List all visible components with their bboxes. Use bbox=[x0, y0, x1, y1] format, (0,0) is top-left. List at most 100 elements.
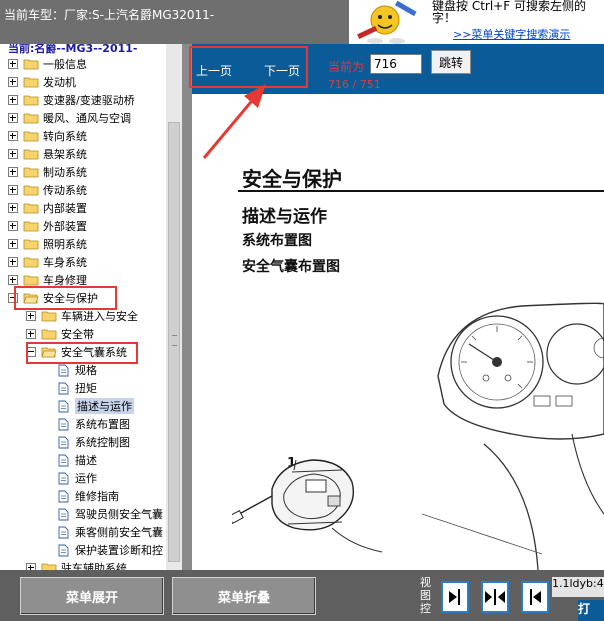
tree-scrollbar[interactable] bbox=[166, 44, 182, 570]
tree-item[interactable]: 变速器/变速驱动桥 bbox=[8, 92, 135, 108]
status-text: 1.1ldyb:4 bbox=[552, 577, 604, 597]
tree-item[interactable]: 系统布置图 bbox=[58, 416, 130, 432]
tree-item-label: 发动机 bbox=[43, 76, 76, 89]
tree-item[interactable]: 发动机 bbox=[8, 74, 76, 90]
tree-item[interactable]: 规格 bbox=[58, 362, 97, 378]
annotation-arrow-icon bbox=[202, 84, 266, 159]
expand-icon[interactable] bbox=[8, 149, 18, 159]
folder-icon bbox=[23, 238, 43, 250]
tree-item[interactable]: 运作 bbox=[58, 470, 97, 486]
expand-icon[interactable] bbox=[8, 203, 18, 213]
expand-icon[interactable] bbox=[8, 167, 18, 177]
page-icon bbox=[58, 418, 75, 431]
expand-icon[interactable] bbox=[8, 113, 18, 123]
tree-item[interactable]: 乘客侧前安全气囊 bbox=[58, 524, 163, 540]
tree-item[interactable]: 扭矩 bbox=[58, 380, 97, 396]
expand-icon[interactable] bbox=[8, 257, 18, 267]
tree-item[interactable]: 系统控制图 bbox=[58, 434, 130, 450]
tree-item[interactable]: 一般信息 bbox=[8, 56, 87, 72]
tree-item-label: 变速器/变速驱动桥 bbox=[43, 94, 135, 107]
prev-page-button[interactable]: 上一页 bbox=[196, 62, 232, 79]
expand-icon[interactable] bbox=[8, 59, 18, 69]
current-page-label: 当前为 bbox=[328, 60, 365, 74]
doc-section-airbag-layout: 安全气囊布置图 bbox=[242, 259, 340, 275]
view-split-button[interactable] bbox=[481, 581, 509, 613]
view-expand-left-button[interactable] bbox=[521, 581, 549, 613]
expand-icon[interactable] bbox=[8, 221, 18, 231]
mascot-icon bbox=[357, 0, 417, 44]
expand-icon[interactable] bbox=[8, 185, 18, 195]
tree-item[interactable]: 驻车辅助系统 bbox=[26, 560, 127, 570]
page-icon bbox=[58, 382, 75, 395]
folder-icon bbox=[41, 562, 61, 570]
tree-item-label: 保护装置诊断和控 bbox=[75, 544, 163, 557]
collapse-menu-button[interactable]: 菜单折叠 bbox=[172, 577, 316, 615]
tree-item[interactable]: 外部装置 bbox=[8, 218, 87, 234]
tree-item[interactable]: 车身系统 bbox=[8, 254, 87, 270]
expand-icon[interactable] bbox=[8, 239, 18, 249]
pane-splitter[interactable] bbox=[182, 44, 192, 570]
corner-button[interactable]: 打 bbox=[578, 600, 604, 621]
tree-item-label: 运作 bbox=[75, 472, 97, 485]
folder-icon bbox=[23, 112, 43, 124]
search-demo-link[interactable]: >>菜单关键字搜索演示 bbox=[453, 26, 570, 42]
tree-item-label: 外部装置 bbox=[43, 220, 87, 233]
tree-item-label: 传动系统 bbox=[43, 184, 87, 197]
expand-icon[interactable] bbox=[26, 563, 36, 570]
page-icon bbox=[58, 364, 75, 377]
tree-item[interactable]: 内部装置 bbox=[8, 200, 87, 216]
tree-item[interactable]: 保护装置诊断和控 bbox=[58, 542, 163, 558]
tree-item[interactable]: 驾驶员侧安全气囊 bbox=[58, 506, 163, 522]
search-tip-text-continued: 字！ bbox=[432, 11, 457, 25]
expand-menu-button[interactable]: 菜单展开 bbox=[20, 577, 164, 615]
tree-item[interactable]: 制动系统 bbox=[8, 164, 87, 180]
expand-icon[interactable] bbox=[8, 77, 18, 87]
tree-header: 当前:名爵--MG3--2011- bbox=[8, 44, 138, 55]
arrow-left-bar-icon bbox=[530, 589, 541, 605]
tree-item-label: 系统布置图 bbox=[75, 418, 130, 431]
expand-icon[interactable] bbox=[8, 131, 18, 141]
folder-icon bbox=[23, 130, 43, 142]
page-icon bbox=[58, 436, 75, 449]
tree-item[interactable]: 悬架系统 bbox=[8, 146, 87, 162]
scroll-grip-icon bbox=[172, 335, 177, 346]
tree-item[interactable]: 安全带 bbox=[26, 326, 94, 342]
doc-subtitle: 描述与运作 bbox=[242, 207, 327, 227]
search-tip-banner: 键盘按 Ctrl+F 可搜索左侧的 字！ >>菜单关键字搜索演示 bbox=[349, 0, 604, 44]
expand-icon[interactable] bbox=[26, 311, 36, 321]
tree-item[interactable]: 车辆进入与安全 bbox=[26, 308, 138, 324]
tree-item-label: 车身系统 bbox=[43, 256, 87, 269]
doc-section-system-layout: 系统布置图 bbox=[242, 233, 312, 249]
jump-button[interactable]: 跳转 bbox=[431, 50, 471, 74]
folder-icon bbox=[23, 220, 43, 232]
highlight-safety-protection bbox=[14, 286, 117, 310]
view-expand-right-button[interactable] bbox=[441, 581, 469, 613]
next-page-button[interactable]: 下一页 bbox=[264, 62, 300, 79]
highlight-airbag-system bbox=[26, 342, 138, 364]
folder-icon bbox=[41, 310, 61, 322]
expand-icon[interactable] bbox=[8, 95, 18, 105]
tree-item-label: 维修指南 bbox=[75, 490, 119, 503]
page-icon bbox=[58, 544, 75, 557]
scrollbar-thumb[interactable] bbox=[168, 122, 180, 562]
folder-icon bbox=[41, 328, 61, 340]
page-icon bbox=[58, 472, 75, 485]
expand-icon[interactable] bbox=[8, 275, 18, 285]
tree-item[interactable]: 照明系统 bbox=[8, 236, 87, 252]
tree-item[interactable]: 描述 bbox=[58, 452, 97, 468]
tree-item-label: 扭矩 bbox=[75, 382, 97, 395]
tree-item[interactable]: 传动系统 bbox=[8, 182, 87, 198]
airbag-layout-diagram bbox=[232, 302, 604, 570]
tree-item-label: 转向系统 bbox=[43, 130, 87, 143]
tree-item-label: 制动系统 bbox=[43, 166, 87, 179]
page-number-input[interactable] bbox=[370, 54, 422, 74]
folder-icon bbox=[23, 274, 43, 286]
tree-item[interactable]: 转向系统 bbox=[8, 128, 87, 144]
folder-icon bbox=[23, 166, 43, 178]
tree-item[interactable]: 暖风、通风与空调 bbox=[8, 110, 131, 126]
expand-icon[interactable] bbox=[26, 329, 36, 339]
folder-icon bbox=[23, 256, 43, 268]
tree-item[interactable]: 描述与运作 bbox=[58, 398, 134, 414]
tree-item[interactable]: 维修指南 bbox=[58, 488, 119, 504]
page-icon bbox=[58, 526, 75, 539]
